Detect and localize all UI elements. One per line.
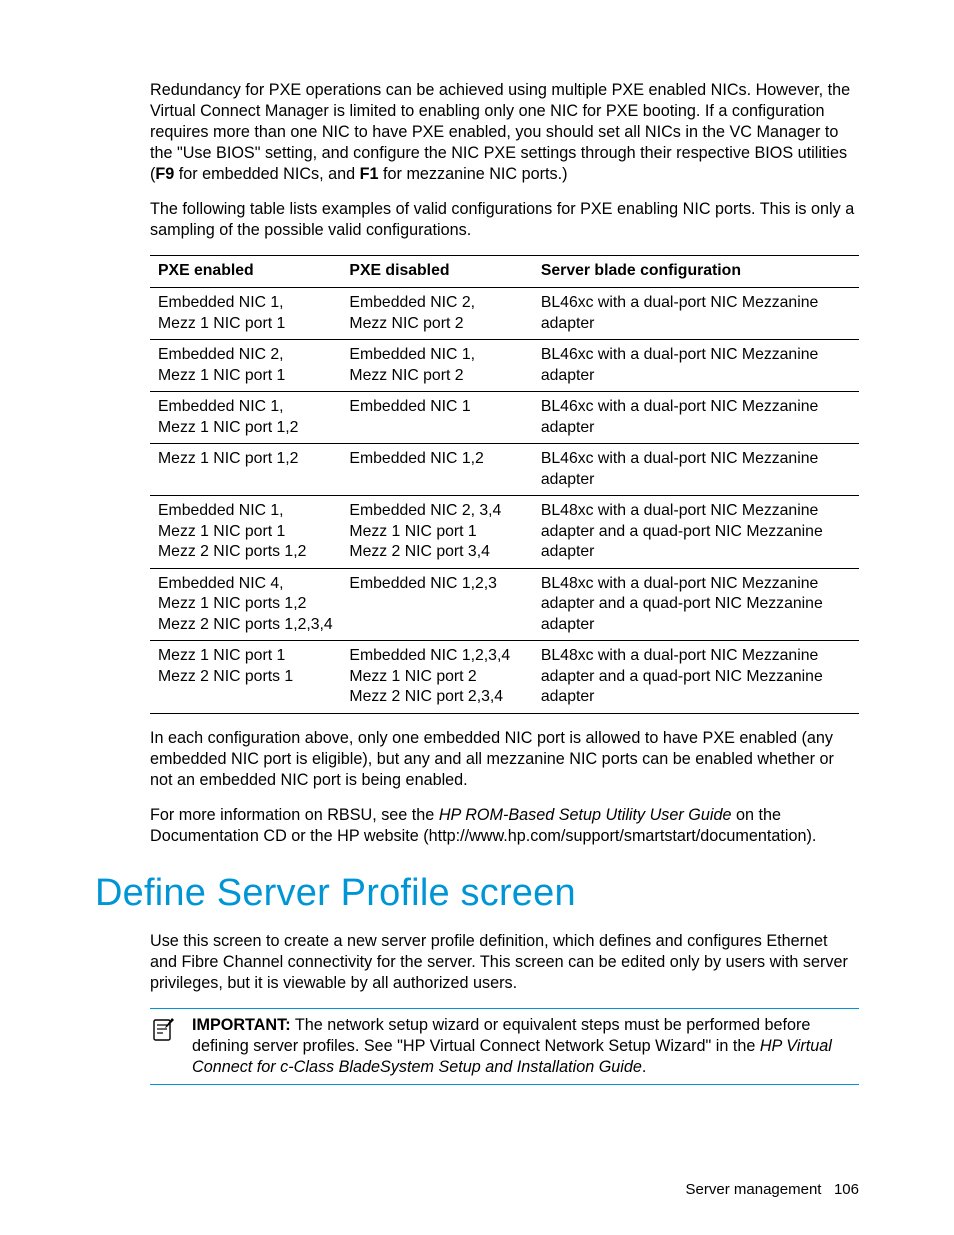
col-header-server-config: Server blade configuration xyxy=(533,256,859,288)
footer-page-number: 106 xyxy=(834,1181,859,1198)
cell-line: Mezz 2 NIC port 2,3,4 xyxy=(349,687,524,708)
cell-line: Mezz NIC port 2 xyxy=(349,366,524,387)
cell-line: Embedded NIC 1,2,3 xyxy=(349,574,524,595)
cell-line: Mezz 1 NIC port 1 xyxy=(158,646,333,667)
text: . xyxy=(642,1058,647,1076)
col-header-pxe-disabled: PXE disabled xyxy=(341,256,532,288)
table-row: Mezz 1 NIC port 1,2 Embedded NIC 1,2 BL46x… xyxy=(150,444,859,496)
table-row: Embedded NIC 2,Mezz 1 NIC port 1Embedded… xyxy=(150,340,859,392)
key-f9: F9 xyxy=(155,165,174,183)
cell-line: Mezz 1 NIC ports 1,2 xyxy=(158,594,333,615)
table-cell: Embedded NIC 4,Mezz 1 NIC ports 1,2Mezz … xyxy=(150,568,341,641)
important-label: IMPORTANT: xyxy=(192,1016,291,1034)
cell-line: BL48xc with a dual-port NIC Mezzanine ad… xyxy=(541,501,851,563)
cell-line: BL46xc with a dual-port NIC Mezzanine ad… xyxy=(541,345,851,386)
paragraph-rbsu: For more information on RBSU, see the HP… xyxy=(150,805,859,847)
table-cell: BL46xc with a dual-port NIC Mezzanine ad… xyxy=(533,444,859,496)
cell-line: BL46xc with a dual-port NIC Mezzanine ad… xyxy=(541,397,851,438)
text: for embedded NICs, and xyxy=(174,165,359,183)
table-cell: Mezz 1 NIC port 1Mezz 2 NIC ports 1 xyxy=(150,641,341,714)
text: For more information on RBSU, see the xyxy=(150,806,439,824)
important-text: IMPORTANT: The network setup wizard or e… xyxy=(192,1015,859,1078)
table-header-row: PXE enabled PXE disabled Server blade co… xyxy=(150,256,859,288)
table-cell: Embedded NIC 1,Mezz 1 NIC port 1 xyxy=(150,287,341,339)
heading-define-server-profile: Define Server Profile screen xyxy=(95,869,859,918)
cell-line: Mezz 2 NIC port 3,4 xyxy=(349,542,524,563)
table-cell: BL46xc with a dual-port NIC Mezzanine ad… xyxy=(533,340,859,392)
cell-line: Mezz 1 NIC port 1,2 xyxy=(158,418,333,439)
cell-line: BL48xc with a dual-port NIC Mezzanine ad… xyxy=(541,574,851,636)
table-cell: Embedded NIC 2,Mezz NIC port 2 xyxy=(341,287,532,339)
important-callout: IMPORTANT: The network setup wizard or e… xyxy=(150,1008,859,1085)
cell-line: Embedded NIC 4, xyxy=(158,574,333,595)
cell-line: Embedded NIC 2, xyxy=(158,345,333,366)
paragraph-redundancy: Redundancy for PXE operations can be ach… xyxy=(150,80,859,185)
paragraph-config-note: In each configuration above, only one em… xyxy=(150,728,859,791)
table-cell: BL48xc with a dual-port NIC Mezzanine ad… xyxy=(533,496,859,569)
cell-line: Mezz 1 NIC port 1,2 xyxy=(158,449,333,470)
table-row: Mezz 1 NIC port 1Mezz 2 NIC ports 1Embed… xyxy=(150,641,859,714)
cell-line: Embedded NIC 1,2 xyxy=(349,449,524,470)
cell-line: Embedded NIC 2, xyxy=(349,293,524,314)
table-row: Embedded NIC 1,Mezz 1 NIC port 1Embedded… xyxy=(150,287,859,339)
cell-line: Mezz 2 NIC ports 1,2 xyxy=(158,542,333,563)
cell-line: Embedded NIC 1, xyxy=(349,345,524,366)
cell-line: Mezz 2 NIC ports 1 xyxy=(158,667,333,688)
table-cell: Mezz 1 NIC port 1,2 xyxy=(150,444,341,496)
col-header-pxe-enabled: PXE enabled xyxy=(150,256,341,288)
cell-line: Embedded NIC 1, xyxy=(158,397,333,418)
table-cell: Embedded NIC 1,Mezz NIC port 2 xyxy=(341,340,532,392)
text: for mezzanine NIC ports.) xyxy=(379,165,568,183)
table-cell: BL46xc with a dual-port NIC Mezzanine ad… xyxy=(533,392,859,444)
cell-line: Mezz NIC port 2 xyxy=(349,314,524,335)
pxe-config-table: PXE enabled PXE disabled Server blade co… xyxy=(150,255,859,714)
table-cell: BL48xc with a dual-port NIC Mezzanine ad… xyxy=(533,641,859,714)
table-cell: Embedded NIC 1,Mezz 1 NIC port 1,2 xyxy=(150,392,341,444)
table-cell: BL48xc with a dual-port NIC Mezzanine ad… xyxy=(533,568,859,641)
cell-line: Embedded NIC 2, 3,4 xyxy=(349,501,524,522)
table-cell: Embedded NIC 1,Mezz 1 NIC port 1Mezz 2 N… xyxy=(150,496,341,569)
table-cell: Embedded NIC 1,2 xyxy=(341,444,532,496)
cell-line: Embedded NIC 1, xyxy=(158,293,333,314)
important-icon xyxy=(150,1015,178,1078)
cell-line: BL48xc with a dual-port NIC Mezzanine ad… xyxy=(541,646,851,708)
footer-section: Server management xyxy=(686,1181,822,1198)
cell-line: Mezz 1 NIC port 1 xyxy=(158,314,333,335)
table-row: Embedded NIC 4,Mezz 1 NIC ports 1,2Mezz … xyxy=(150,568,859,641)
table-row: Embedded NIC 1,Mezz 1 NIC port 1,2Embedd… xyxy=(150,392,859,444)
table-cell: BL46xc with a dual-port NIC Mezzanine ad… xyxy=(533,287,859,339)
cell-line: Mezz 1 NIC port 2 xyxy=(349,667,524,688)
cell-line: Mezz 1 NIC port 1 xyxy=(158,366,333,387)
table-cell: Embedded NIC 2, 3,4Mezz 1 NIC port 1Mezz… xyxy=(341,496,532,569)
table-cell: Embedded NIC 1,2,3 xyxy=(341,568,532,641)
cell-line: Mezz 1 NIC port 1 xyxy=(158,522,333,543)
table-cell: Embedded NIC 1,2,3,4Mezz 1 NIC port 2Mez… xyxy=(341,641,532,714)
cell-line: Embedded NIC 1,2,3,4 xyxy=(349,646,524,667)
cell-line: Embedded NIC 1, xyxy=(158,501,333,522)
cell-line: Mezz 1 NIC port 1 xyxy=(349,522,524,543)
cell-line: BL46xc with a dual-port NIC Mezzanine ad… xyxy=(541,449,851,490)
table-row: Embedded NIC 1,Mezz 1 NIC port 1Mezz 2 N… xyxy=(150,496,859,569)
table-cell: Embedded NIC 1 xyxy=(341,392,532,444)
cell-line: BL46xc with a dual-port NIC Mezzanine ad… xyxy=(541,293,851,334)
cell-line: Embedded NIC 1 xyxy=(349,397,524,418)
doc-title-rbsu: HP ROM-Based Setup Utility User Guide xyxy=(439,806,732,824)
paragraph-screen-desc: Use this screen to create a new server p… xyxy=(150,931,859,994)
page-footer: Server management 106 xyxy=(686,1180,859,1200)
key-f1: F1 xyxy=(360,165,379,183)
cell-line: Mezz 2 NIC ports 1,2,3,4 xyxy=(158,615,333,636)
table-cell: Embedded NIC 2,Mezz 1 NIC port 1 xyxy=(150,340,341,392)
paragraph-table-intro: The following table lists examples of va… xyxy=(150,199,859,241)
